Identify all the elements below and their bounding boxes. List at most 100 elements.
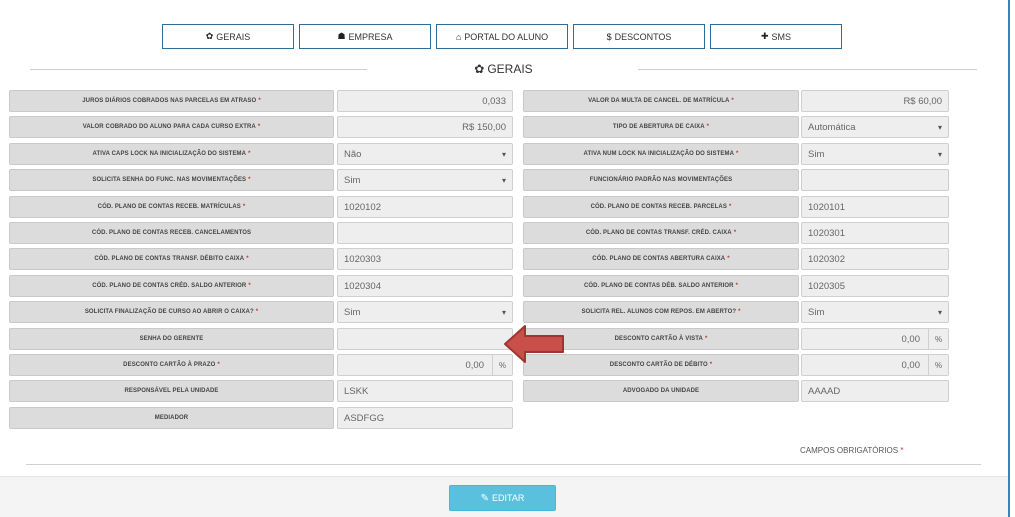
field-label-text: CÓD. PLANO DE CONTAS ABERTURA CAIXA [592, 256, 726, 262]
section-title-text: GERAIS [487, 62, 533, 76]
tab-descontos[interactable]: $ DESCONTOS [573, 24, 705, 49]
text-field[interactable]: LSKK [337, 380, 513, 402]
text-field[interactable]: 1020101 [801, 196, 949, 218]
required-fields-note: CAMPOS OBRIGATÓRIOS * [800, 446, 903, 455]
field-label: CÓD. PLANO DE CONTAS RECEB. CANCELAMENTO… [9, 222, 334, 244]
tab-label: GERAIS [216, 31, 251, 42]
text-field[interactable]: 1020302 [801, 248, 949, 270]
field-label-text: ADVOGADO DA UNIDADE [622, 388, 700, 394]
tab-label: DESCONTOS [614, 31, 672, 42]
field-label-text: CÓD. PLANO DE CONTAS RECEB. MATRÍCULAS [97, 204, 241, 210]
field-value: R$ 60,00 [903, 95, 942, 107]
required-star: * [217, 362, 220, 368]
edit-button[interactable]: ✎ EDITAR [449, 485, 556, 511]
edit-button-label: EDITAR [492, 493, 525, 503]
field-value: 1020102 [344, 201, 381, 213]
field-label: TIPO DE ABERTURA DE CAIXA * [523, 116, 799, 138]
field-label-text: CÓD. PLANO DE CONTAS TRANSF. DÉBITO CAIX… [94, 256, 245, 262]
field-label-text: RESPONSÁVEL PELA UNIDADE [124, 388, 219, 394]
required-star: * [248, 177, 251, 183]
field-label: CÓD. PLANO DE CONTAS TRANSF. DÉBITO CAIX… [9, 248, 334, 270]
text-field[interactable]: R$ 60,00 [801, 90, 949, 112]
field-label: CÓD. PLANO DE CONTAS RECEB. MATRÍCULAS * [9, 196, 334, 218]
text-field[interactable]: 0,033 [337, 90, 513, 112]
text-field[interactable]: 1020305 [801, 275, 949, 297]
plus-icon: ✚ [760, 31, 769, 41]
building-icon: ☗ [337, 31, 346, 41]
select-field[interactable]: Sim [337, 169, 513, 191]
select-field[interactable]: Sim [337, 301, 513, 323]
text-field[interactable]: 1020304 [337, 275, 513, 297]
text-field[interactable]: 1020301 [801, 222, 949, 244]
required-star: * [246, 256, 249, 262]
field-value: R$ 150,00 [462, 121, 506, 133]
select-field[interactable]: Não [337, 143, 513, 165]
field-label-text: DESCONTO CARTÃO DE DÉBITO [609, 362, 708, 368]
tab-gerais[interactable]: ✿ GERAIS [162, 24, 294, 49]
divider [26, 464, 981, 465]
field-label: JUROS DIÁRIOS COBRADOS NAS PARCELAS EM A… [9, 90, 334, 112]
pencil-icon: ✎ [480, 492, 490, 504]
tab-portal-do-aluno[interactable]: ⌂ PORTAL DO ALUNO [436, 24, 568, 49]
field-label-text: DESCONTO CARTÃO À VISTA [614, 336, 703, 342]
gear-icon: ✿ [474, 62, 485, 76]
field-value: 1020303 [344, 253, 381, 265]
percent-input[interactable]: 0,00% [801, 354, 949, 376]
select-field[interactable]: Sim [801, 301, 949, 323]
field-label: SOLICITA SENHA DO FUNC. NAS MOVIMENTAÇÕE… [9, 169, 334, 191]
field-label-text: VALOR COBRADO DO ALUNO PARA CADA CURSO E… [82, 124, 256, 130]
text-field[interactable]: 1020102 [337, 196, 513, 218]
text-field[interactable]: AAAAD [801, 380, 949, 402]
field-value: 0,00 [901, 333, 921, 345]
field-label-text: MEDIADOR [154, 415, 189, 421]
required-note-text: CAMPOS OBRIGATÓRIOS [800, 446, 899, 455]
field-label: CÓD. PLANO DE CONTAS DÉB. SALDO ANTERIOR… [523, 275, 799, 297]
field-label: ADVOGADO DA UNIDADE [523, 380, 799, 402]
section-header: ✿ GERAIS [30, 62, 977, 78]
required-star: * [733, 230, 737, 236]
field-label-text: SOLICITA FINALIZAÇÃO DE CURSO AO ABRIR O… [84, 309, 254, 315]
percent-input[interactable]: 0,00% [801, 328, 949, 350]
text-field[interactable]: R$ 150,00 [337, 116, 513, 138]
percent-input[interactable]: 0,00% [337, 354, 513, 376]
text-field[interactable]: ASDFGG [337, 407, 513, 429]
field-label: ATIVA CAPS LOCK NA INICIALIZAÇÃO DO SIST… [9, 143, 334, 165]
field-value: Não [344, 148, 362, 160]
page-right-border [1008, 0, 1010, 517]
select-field[interactable]: Sim [801, 143, 949, 165]
left-arrow-icon [504, 325, 564, 363]
graduation-cap-icon: ⌂ [455, 31, 462, 42]
text-field[interactable] [801, 169, 949, 191]
required-star: * [738, 309, 741, 315]
required-star: * [735, 283, 739, 289]
required-star: * [727, 256, 730, 262]
field-label: VALOR DA MULTA DE CANCEL. DE MATRÍCULA * [523, 90, 799, 112]
text-field[interactable] [337, 328, 513, 350]
tab-label: EMPRESA [348, 31, 393, 42]
field-label: VALOR COBRADO DO ALUNO PARA CADA CURSO E… [9, 116, 334, 138]
required-star: * [736, 151, 739, 157]
field-value: 0,033 [482, 95, 506, 107]
required-star: * [706, 124, 710, 130]
text-field[interactable]: 1020303 [337, 248, 513, 270]
tab-bar: ✿ GERAIS ☗ EMPRESA ⌂ PORTAL DO ALUNO $ DESCO… [162, 24, 842, 49]
field-label: CÓD. PLANO DE CONTAS RECEB. PARCELAS * [523, 196, 799, 218]
field-label-text: CÓD. PLANO DE CONTAS RECEB. CANCELAMENTO… [91, 230, 252, 236]
field-value: 1020304 [344, 280, 381, 292]
tab-label: SMS [771, 31, 792, 42]
tab-empresa[interactable]: ☗ EMPRESA [299, 24, 431, 49]
field-label: DESCONTO CARTÃO À PRAZO * [9, 354, 334, 376]
field-value: Sim [808, 306, 825, 318]
select-field[interactable]: Automática [801, 116, 949, 138]
field-label-text: TIPO DE ABERTURA DE CAIXA [612, 124, 705, 130]
required-star: * [900, 446, 904, 455]
field-label-text: CÓD. PLANO DE CONTAS CRÉD. SALDO ANTERIO… [92, 283, 247, 289]
field-value: 1020305 [808, 280, 845, 292]
tab-sms[interactable]: ✚ SMS [710, 24, 842, 49]
required-star: * [257, 124, 261, 130]
required-star: * [709, 362, 713, 368]
field-value: AAAAD [808, 385, 841, 397]
text-field[interactable] [337, 222, 513, 244]
field-value: 1020301 [808, 227, 845, 239]
percent-addon: % [928, 355, 948, 375]
